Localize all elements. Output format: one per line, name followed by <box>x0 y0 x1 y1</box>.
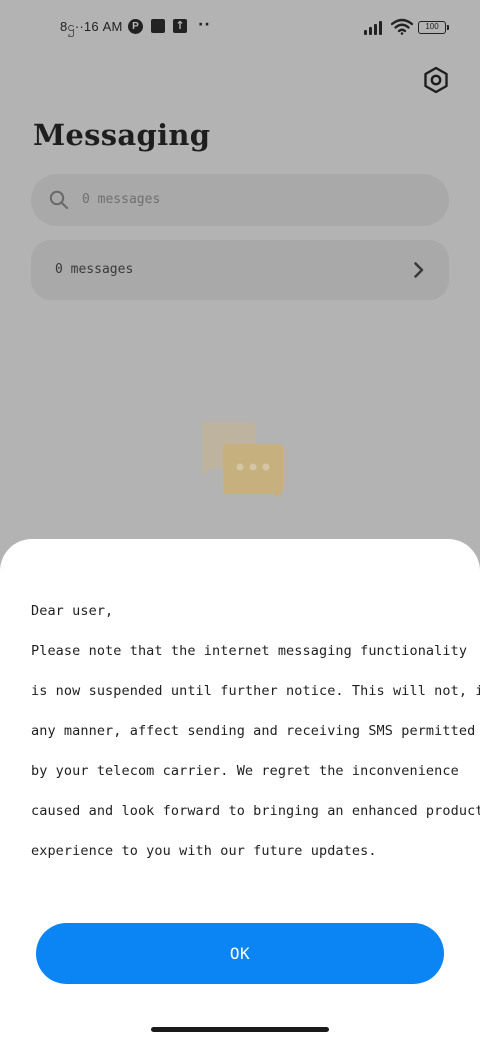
p-badge-icon: P <box>128 19 143 34</box>
home-indicator[interactable] <box>151 1027 329 1032</box>
battery-icon: 100 <box>418 21 449 34</box>
messages-list-item[interactable]: 0 messages <box>31 240 449 300</box>
settings-hexagon-icon <box>424 66 448 94</box>
dialog-text-line: is now suspended until further notice. T… <box>31 683 480 699</box>
more-dots-icon: ·· <box>198 17 211 33</box>
list-item-label: 0 messages <box>55 262 134 277</box>
page-title: Messaging <box>33 118 211 152</box>
ok-button[interactable]: OK <box>36 923 444 984</box>
search-icon <box>49 190 69 210</box>
dialog-text-line: Please note that the internet messaging … <box>31 643 468 659</box>
dialog-greeting: Dear user, <box>31 603 114 619</box>
search-placeholder: 0 messages <box>82 192 161 207</box>
dialog-text-line: experience to you with our future update… <box>31 843 377 859</box>
square-notification-icon <box>151 19 165 33</box>
notice-dialog: Dear user, Please note that the internet… <box>0 539 480 1040</box>
upload-icon: ↑ <box>173 19 187 33</box>
settings-button[interactable] <box>420 64 452 96</box>
status-bar: 8ဌ··16 AM P ↑ ·· 100 <box>0 0 480 56</box>
dialog-text-line: any manner, affect sending and receiving… <box>31 723 476 739</box>
chevron-right-icon <box>414 262 424 278</box>
dialog-text-line: caused and look forward to bringing an e… <box>31 803 480 819</box>
search-input[interactable]: 0 messages <box>31 174 449 226</box>
dialog-text-line: by your telecom carrier. We regret the i… <box>31 763 459 779</box>
signal-icon <box>364 21 386 35</box>
wifi-icon <box>391 18 413 35</box>
status-time: 8ဌ··16 AM <box>60 19 123 34</box>
chat-bubbles-icon <box>202 422 283 498</box>
